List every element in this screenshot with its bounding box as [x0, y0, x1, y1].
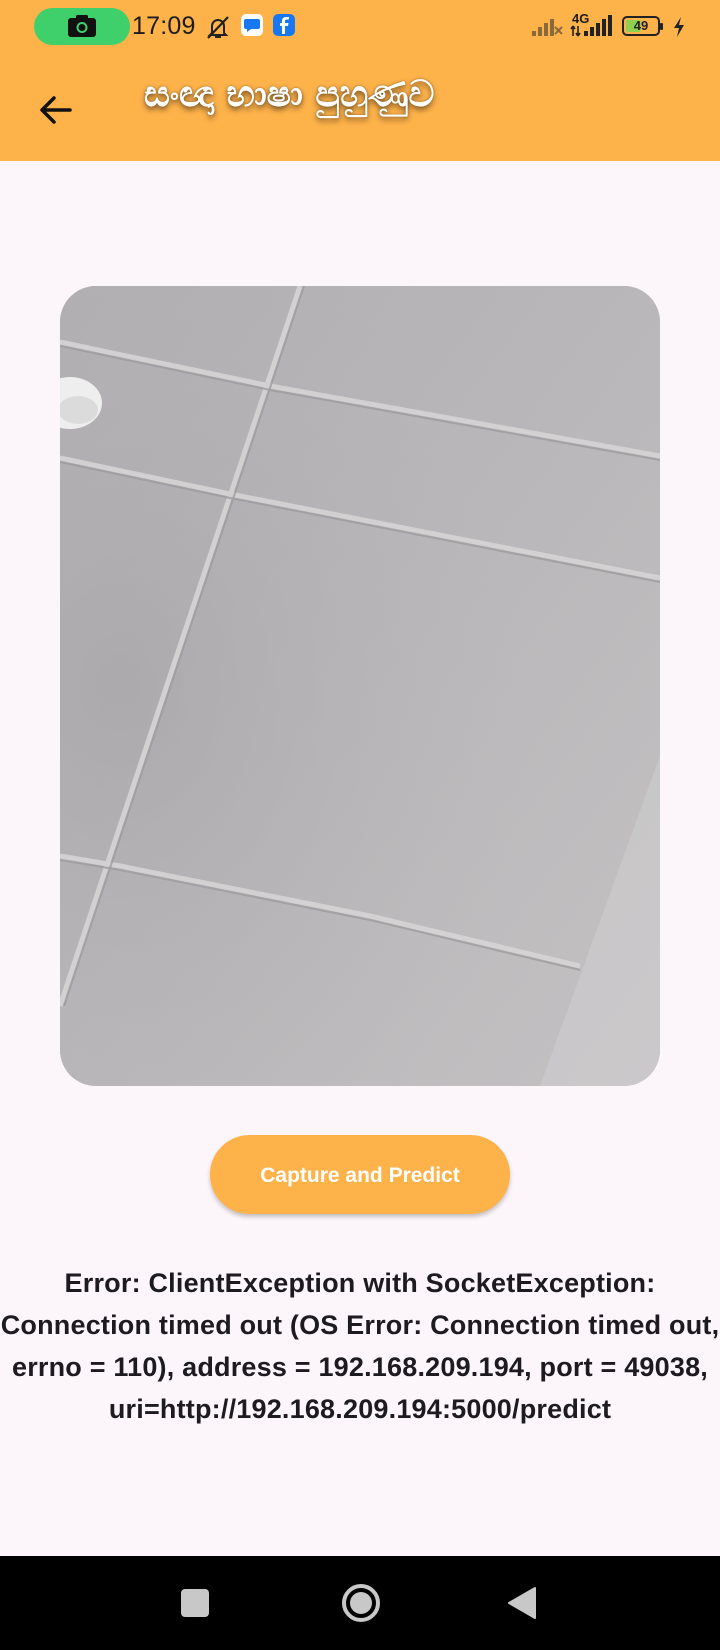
muted-bell-icon — [207, 16, 229, 39]
charging-icon — [674, 17, 684, 37]
battery-icon: 49 — [622, 16, 663, 36]
capture-and-predict-button[interactable]: Capture and Predict — [210, 1135, 510, 1214]
facebook-icon — [273, 14, 295, 36]
camera-indicator[interactable] — [34, 8, 130, 45]
page-title: සංඥා භාෂා පුහුණුව — [144, 74, 435, 115]
status-time: 17:09 — [132, 12, 196, 40]
app-bar: සංඥා භාෂා පුහුණුව — [0, 54, 720, 161]
navigation-bar — [0, 1556, 720, 1650]
captured-image — [60, 286, 660, 1086]
arrow-left-icon[interactable] — [34, 88, 78, 132]
signal-strong-icon — [570, 15, 612, 37]
home-circle-icon[interactable] — [340, 1582, 382, 1624]
error-message: Error: ClientException with SocketExcept… — [0, 1268, 720, 1424]
back-triangle-icon[interactable] — [506, 1586, 538, 1620]
signal-weak-icon — [532, 19, 563, 36]
messenger-icon — [241, 14, 263, 36]
camera-icon — [68, 15, 96, 37]
status-bar: 17:09 4G 49 — [0, 0, 720, 54]
recents-square-icon[interactable] — [180, 1588, 210, 1618]
battery-level: 49 — [633, 18, 649, 33]
